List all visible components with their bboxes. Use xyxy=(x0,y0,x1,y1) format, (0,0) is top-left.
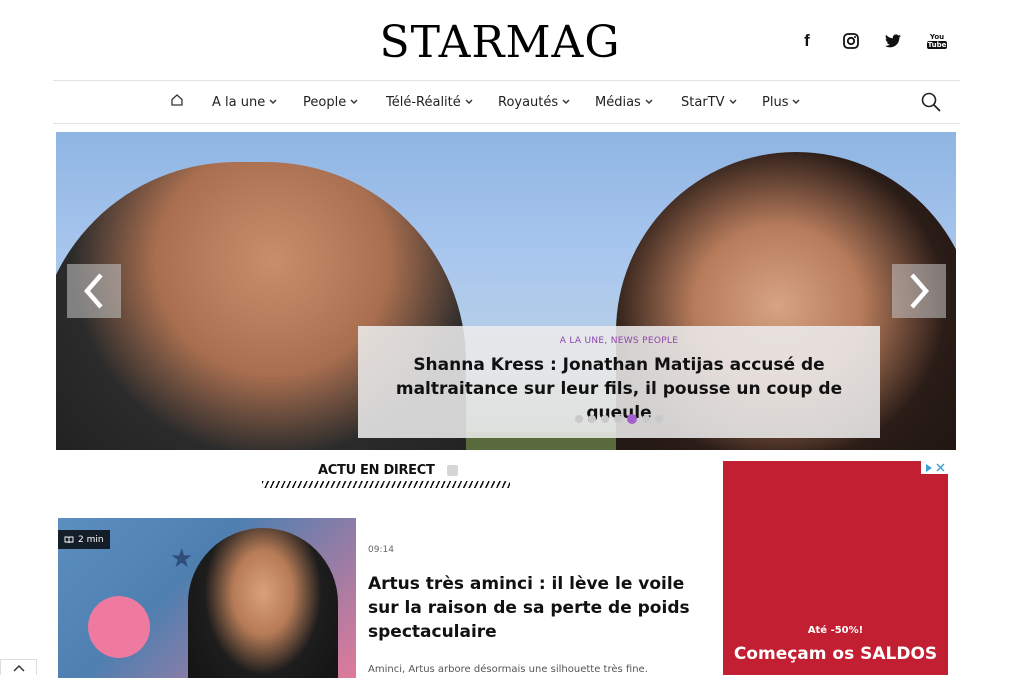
chevron-right-icon xyxy=(910,273,929,309)
nav-label: Plus xyxy=(762,94,789,110)
nav-item-a-la-une[interactable]: A la une xyxy=(212,90,277,114)
ad-subline: Até -50%! xyxy=(807,625,864,636)
nav-label: Royautés xyxy=(498,94,559,110)
thumbnail-pink-circle xyxy=(88,596,150,658)
book-icon xyxy=(64,536,74,543)
nav-item-plus[interactable]: Plus xyxy=(762,90,800,114)
read-time-badge: 2 min xyxy=(58,530,110,549)
nav-label: Télé-Réalité xyxy=(386,94,461,110)
facebook-link[interactable]: f xyxy=(795,30,819,52)
chevron-down-icon xyxy=(269,99,277,104)
close-icon xyxy=(936,463,945,472)
hero-caption[interactable]: A LA UNE, NEWS PEOPLE Shanna Kress : Jon… xyxy=(358,326,880,438)
adchoices-icon xyxy=(926,463,932,472)
thumbnail-star: ★ xyxy=(170,544,194,574)
slider-dot[interactable] xyxy=(614,415,622,423)
slider-next-button[interactable] xyxy=(892,264,946,318)
instagram-link[interactable] xyxy=(839,30,863,52)
youtube-icon: You Tube xyxy=(926,33,948,49)
twitter-icon xyxy=(885,34,901,48)
ad-choices-tag[interactable] xyxy=(921,461,948,474)
chevron-down-icon xyxy=(350,99,358,104)
slider-dot[interactable] xyxy=(655,415,663,423)
chevron-down-icon xyxy=(465,99,473,104)
nav-item-people[interactable]: People xyxy=(303,90,358,114)
nav-label: A la une xyxy=(212,94,266,110)
main-nav: A la une People Télé-Réalité Royautés Mé… xyxy=(0,90,1018,114)
youtube-link[interactable]: You Tube xyxy=(925,30,949,52)
article-title[interactable]: Artus très aminci : il lève le voile sur… xyxy=(368,572,708,644)
header-divider xyxy=(53,80,960,81)
slider-dot[interactable] xyxy=(642,415,650,423)
section-underline xyxy=(262,481,510,488)
read-time: 2 min xyxy=(78,534,104,545)
chevron-down-icon xyxy=(562,99,570,104)
hero-category[interactable]: A LA UNE, NEWS PEOPLE xyxy=(358,336,880,346)
chevron-down-icon xyxy=(792,99,800,104)
search-icon xyxy=(921,92,941,112)
nav-item-startv[interactable]: StarTV xyxy=(681,90,737,114)
chevron-left-icon xyxy=(84,273,103,309)
nav-item-medias[interactable]: Médias xyxy=(595,90,653,114)
thumbnail-person xyxy=(188,528,338,678)
nav-label: StarTV xyxy=(681,94,725,110)
article-excerpt: Aminci, Artus arbore désormais une silho… xyxy=(368,664,648,675)
nav-label: Médias xyxy=(595,94,641,110)
nav-label: People xyxy=(303,94,347,110)
chevron-down-icon xyxy=(729,99,736,104)
facebook-icon: f xyxy=(804,31,810,50)
nav-divider xyxy=(53,123,960,124)
slider-dot[interactable] xyxy=(588,415,596,423)
section-title: ACTU EN DIRECT xyxy=(318,463,435,478)
ad-headline: Começam os SALDOS xyxy=(733,644,938,664)
instagram-icon xyxy=(843,33,859,49)
twitter-link[interactable] xyxy=(881,30,905,52)
nav-item-royautes[interactable]: Royautés xyxy=(498,90,570,114)
slider-dot-active[interactable] xyxy=(627,414,637,424)
slider-prev-button[interactable] xyxy=(67,264,121,318)
slider-pagination xyxy=(358,414,880,424)
scroll-to-top-button[interactable] xyxy=(0,659,37,675)
chevron-down-icon xyxy=(645,99,653,104)
nav-item-tele-realite[interactable]: Télé-Réalité xyxy=(386,90,473,114)
rss-icon[interactable] xyxy=(447,465,458,476)
search-button[interactable] xyxy=(921,92,941,112)
article-time: 09:14 xyxy=(368,545,394,555)
slider-dot[interactable] xyxy=(601,415,609,423)
slider-dot[interactable] xyxy=(575,415,583,423)
chevron-up-icon xyxy=(12,664,25,672)
